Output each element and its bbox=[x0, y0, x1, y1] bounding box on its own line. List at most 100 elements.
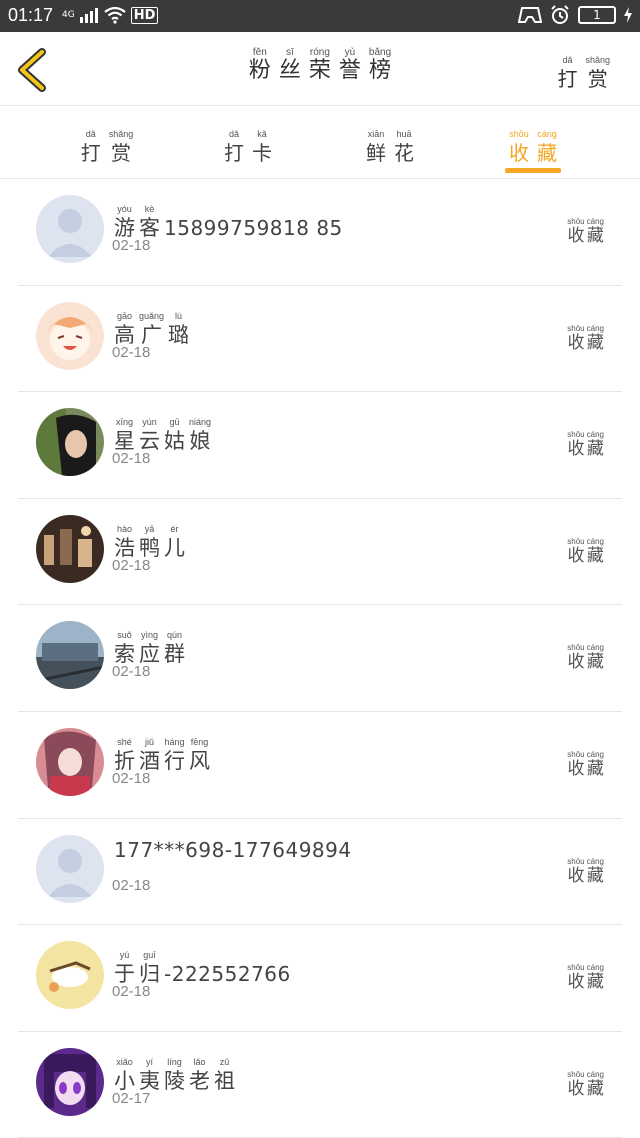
avatar[interactable] bbox=[36, 621, 104, 690]
date: 02-18 bbox=[112, 983, 151, 1001]
favorite-label: shōu 收 cáng 藏 bbox=[567, 422, 604, 459]
tab-flowers[interactable]: xiān 鲜 huā 花 bbox=[345, 122, 435, 166]
hanzi: 姑 bbox=[164, 429, 185, 454]
hanzi: 收 bbox=[567, 545, 585, 566]
fav-char: cáng 藏 bbox=[587, 857, 604, 886]
avatar[interactable] bbox=[36, 1047, 104, 1116]
name-char: háng 行 bbox=[164, 737, 185, 774]
tab-char: huā 花 bbox=[394, 129, 414, 166]
name-char: xīng 星 bbox=[114, 417, 135, 454]
fav-char: shōu 收 bbox=[567, 217, 584, 246]
title-char: bǎng 榜 bbox=[369, 47, 391, 84]
pinyin: suǒ bbox=[117, 630, 132, 641]
name-char: qún 群 bbox=[164, 630, 185, 667]
name-char: gū 姑 bbox=[164, 417, 185, 454]
hanzi: 打 bbox=[557, 67, 578, 91]
pinyin: gāo bbox=[116, 310, 133, 321]
tab-reward[interactable]: dǎ 打 shǎng 赏 bbox=[62, 122, 152, 166]
name-char: líng 陵 bbox=[164, 1057, 185, 1094]
avatar[interactable] bbox=[36, 408, 104, 477]
user-name: xīng 星 yún 云 gū 姑 niáng 娘 bbox=[114, 410, 211, 454]
tab-bar: dǎ 打 shǎng 赏 dǎ 打 kǎ 卡 xiān 鲜 huā 花 shōu 收 cáng 藏 bbox=[0, 106, 640, 179]
hanzi: 打 bbox=[80, 141, 101, 165]
pinyin: líng bbox=[167, 1056, 182, 1067]
hanzi: 娘 bbox=[189, 429, 211, 454]
title-char: yù 誉 bbox=[339, 47, 361, 84]
hanzi: 收 bbox=[567, 865, 585, 886]
name-char: fēng 风 bbox=[189, 737, 210, 774]
hanzi: 榜 bbox=[369, 58, 392, 83]
list-item[interactable]: shé 折 jiǔ 酒 háng 行 fēng 风 02-18 shōu 收 cáng 藏 bbox=[18, 712, 622, 819]
pinyin: dǎ bbox=[85, 129, 96, 139]
fan-list: yóu 游 kè 客 15899759818 85 02-18 shōu 收 cáng 藏 gāo 高… bbox=[0, 179, 640, 1138]
pinyin: zǔ bbox=[219, 1056, 230, 1067]
pinyin: shōu bbox=[567, 856, 585, 866]
header-reward-button[interactable]: dǎ 打 shǎng 赏 bbox=[557, 48, 610, 92]
hanzi: 陵 bbox=[164, 1068, 185, 1093]
hanzi: 藏 bbox=[586, 865, 604, 886]
hanzi: 璐 bbox=[168, 322, 190, 347]
pinyin: qún bbox=[166, 630, 183, 641]
name-char: suǒ 索 bbox=[114, 630, 135, 667]
battery-level: 1 bbox=[593, 8, 601, 22]
pinyin: shōu bbox=[567, 217, 585, 226]
list-item[interactable]: yú 于 guī 归 -222552766 02-18 shōu 收 cáng 藏 bbox=[18, 925, 622, 1032]
pinyin: kǎ bbox=[257, 129, 267, 139]
avatar[interactable] bbox=[36, 195, 104, 263]
tab-checkin[interactable]: dǎ 打 kǎ 卡 bbox=[203, 122, 293, 166]
hanzi: 誉 bbox=[338, 58, 361, 83]
hanzi: 行 bbox=[164, 748, 185, 773]
name-char: gāo 高 bbox=[114, 311, 135, 348]
avatar[interactable] bbox=[36, 834, 104, 903]
tab-char: dǎ 打 bbox=[224, 129, 244, 166]
fav-char: cáng 藏 bbox=[587, 963, 604, 992]
pinyin: cáng bbox=[586, 430, 604, 440]
pinyin: shōu bbox=[567, 430, 585, 440]
hanzi: 粉 bbox=[248, 58, 271, 83]
name-char: yún 云 bbox=[139, 417, 160, 454]
name-char: guǎng 广 bbox=[139, 311, 164, 348]
hanzi: 收 bbox=[567, 758, 585, 779]
hanzi: 丝 bbox=[278, 58, 301, 83]
list-item[interactable]: xīng 星 yún 云 gū 姑 niáng 娘 02-18 shōu 收 cáng 藏 bbox=[18, 392, 622, 499]
hanzi: 藏 bbox=[586, 332, 604, 353]
pinyin: hào bbox=[116, 523, 133, 534]
pinyin: cáng bbox=[586, 1069, 604, 1079]
tab-char: dǎ 打 bbox=[81, 129, 101, 166]
list-item[interactable]: suǒ 索 yìng 应 qún 群 02-18 shōu 收 cáng 藏 bbox=[18, 605, 622, 712]
avatar[interactable] bbox=[36, 514, 104, 583]
tab-char: kǎ 卡 bbox=[252, 129, 272, 166]
fav-char: cáng 藏 bbox=[587, 643, 604, 672]
favorite-label: shōu 收 cáng 藏 bbox=[567, 1062, 604, 1099]
name-char: lǎo 老 bbox=[189, 1057, 210, 1094]
pinyin: fěn bbox=[252, 47, 267, 58]
date: 02-18 bbox=[112, 237, 151, 254]
name-char: kè 客 bbox=[139, 204, 160, 241]
list-item[interactable]: yóu 游 kè 客 15899759818 85 02-18 shōu 收 cáng 藏 bbox=[18, 179, 622, 286]
avatar[interactable] bbox=[36, 727, 104, 796]
pinyin: yóu bbox=[117, 204, 132, 214]
user-name: xiǎo 小 yí 夷 líng 陵 lǎo 老 zǔ 祖 bbox=[114, 1050, 235, 1094]
list-item[interactable]: 177***698-177649894 02-18 shōu 收 cáng 藏 bbox=[18, 819, 622, 926]
favorite-label: shōu 收 cáng 藏 bbox=[567, 849, 604, 886]
pinyin: dǎ bbox=[228, 129, 239, 139]
hanzi: 藏 bbox=[586, 758, 604, 779]
hanzi: 花 bbox=[394, 141, 414, 165]
charging-icon bbox=[624, 7, 632, 23]
pinyin: xiān bbox=[367, 129, 385, 139]
pinyin: shé bbox=[117, 736, 132, 747]
avatar[interactable] bbox=[36, 301, 104, 370]
pinyin: cáng bbox=[586, 856, 604, 866]
user-name: gāo 高 guǎng 广 lù 璐 bbox=[114, 304, 189, 348]
fav-char: shōu 收 bbox=[567, 1070, 584, 1099]
list-item[interactable]: gāo 高 guǎng 广 lù 璐 02-18 shōu 收 cáng 藏 bbox=[18, 286, 622, 393]
hanzi: 收 bbox=[567, 332, 585, 353]
name-char: yìng 应 bbox=[139, 630, 160, 667]
list-item[interactable]: hào 浩 yā 鸭 ér 儿 02-18 shōu 收 cáng 藏 bbox=[18, 499, 622, 606]
list-item[interactable]: xiǎo 小 yí 夷 líng 陵 lǎo 老 zǔ 祖 02-17 shōu 收 cáng 藏 bbox=[18, 1032, 622, 1138]
pinyin: shōu bbox=[567, 643, 585, 653]
avatar[interactable] bbox=[36, 941, 104, 1010]
tab-favorites[interactable]: shōu 收 cáng 藏 bbox=[488, 122, 578, 173]
name-char: guī 归 bbox=[139, 950, 160, 987]
network-label: 4G bbox=[62, 10, 75, 20]
